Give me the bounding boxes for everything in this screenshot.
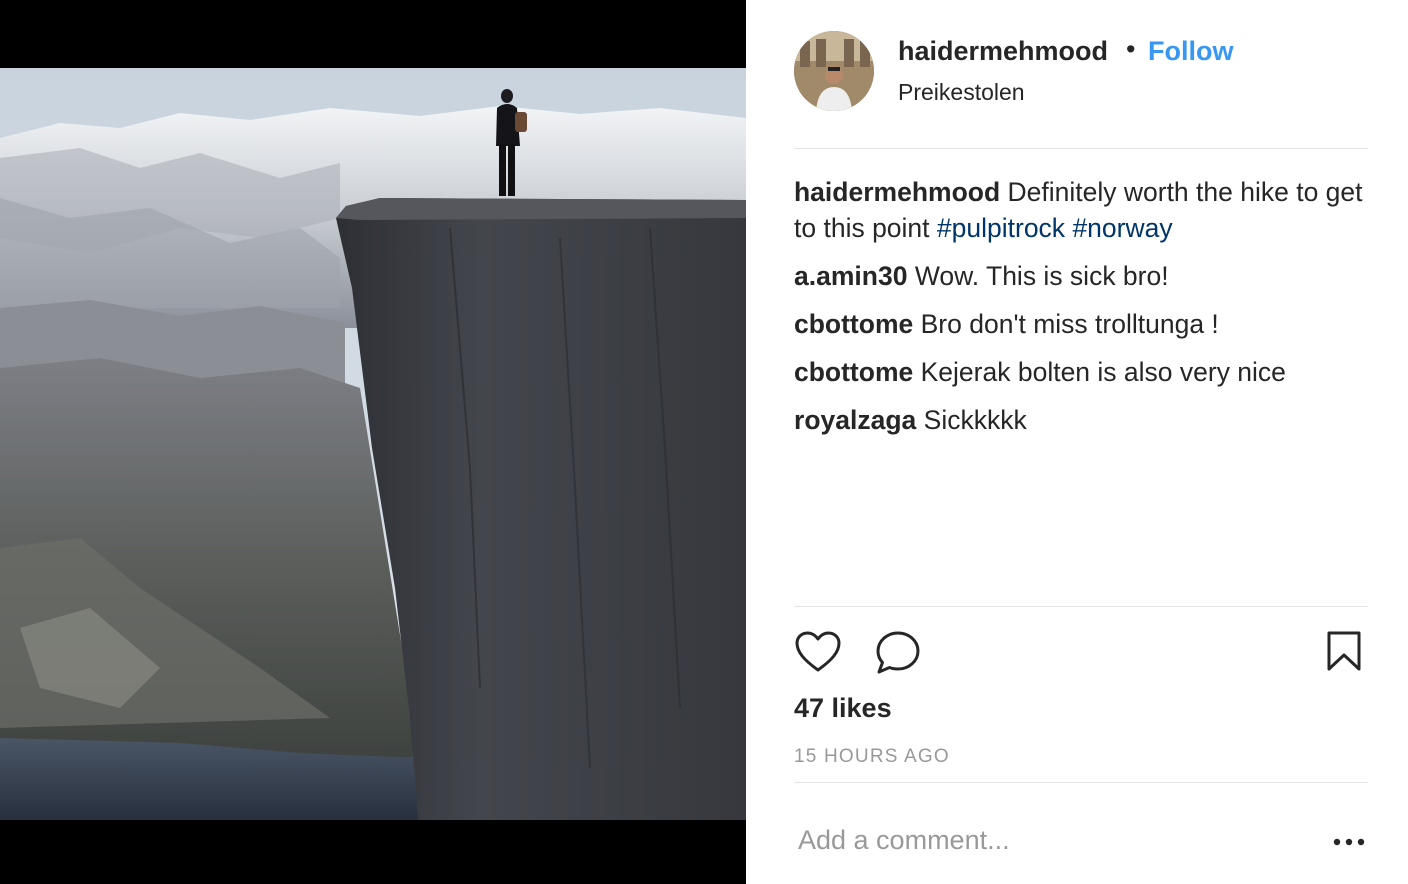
comment-text: Wow. This is sick bro! [914,261,1169,291]
post-side-panel: haidermehmood • Follow Preikestolen haid… [746,0,1408,884]
post-photo[interactable] [0,68,746,820]
comment-username[interactable]: a.amin30 [794,261,907,291]
caption-username[interactable]: haidermehmood [794,177,1000,207]
post-author-username[interactable]: haidermehmood [898,36,1108,67]
follow-button[interactable]: Follow [1148,36,1233,67]
hashtag-link[interactable]: #pulpitrock [937,213,1065,243]
post-media [0,0,746,884]
likes-count[interactable]: 47 likes [794,693,892,724]
hashtag-link[interactable]: #norway [1072,213,1172,243]
add-comment-input[interactable] [794,818,1298,862]
ellipsis-icon[interactable] [1332,828,1366,856]
comment-username[interactable]: cbottome [794,309,913,339]
comment-username[interactable]: royalzaga [794,405,916,435]
comment-username[interactable]: cbottome [794,357,913,387]
post-location[interactable]: Preikestolen [898,79,1025,106]
bookmark-icon[interactable] [1326,630,1362,672]
comment-text: Kejerak bolten is also very nice [920,357,1286,387]
header-divider [794,148,1368,149]
post-timestamp[interactable]: 15 HOURS AGO [794,746,950,768]
comment-item: royalzaga Sickkkkk [794,402,1368,438]
caption: haidermehmood Definitely worth the hike … [794,174,1368,246]
separator-dot: • [1126,34,1136,64]
comment-item: cbottome Bro don't miss trolltunga ! [794,306,1368,342]
comment-text: Bro don't miss trolltunga ! [920,309,1219,339]
comments-list: haidermehmood Definitely worth the hike … [794,174,1368,450]
comment-text: Sickkkkk [923,405,1027,435]
avatar[interactable] [794,31,874,111]
comment-item: cbottome Kejerak bolten is also very nic… [794,354,1368,390]
comment-item: a.amin30 Wow. This is sick bro! [794,258,1368,294]
heart-outline-icon[interactable] [794,630,842,674]
actions-divider [794,606,1368,607]
comment-divider [794,782,1368,783]
speech-bubble-icon[interactable] [874,629,922,675]
